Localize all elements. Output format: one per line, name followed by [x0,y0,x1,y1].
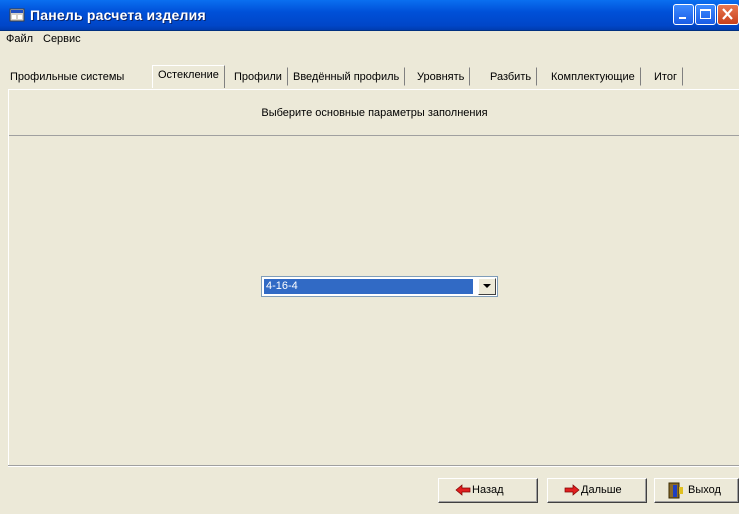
glazing-select[interactable]: 4-16-4 [261,276,498,297]
glazing-select-value: 4-16-4 [264,279,473,294]
close-icon [722,8,733,20]
tab-split[interactable]: Разбить [484,67,538,86]
minimize-button[interactable] [673,4,694,25]
minimize-icon [679,17,686,19]
tab-level[interactable]: Уровнять [411,67,471,86]
arrow-left-icon [455,484,471,496]
maximize-icon [700,9,711,19]
tab-components[interactable]: Комплектующие [545,67,641,86]
exit-button[interactable]: Выход [654,478,739,503]
tab-strip: Профильные системы Остекление Профили Вв… [0,49,739,91]
app-icon [9,8,25,22]
tab-glazing[interactable]: Остекление [152,65,225,88]
tab-profiles[interactable]: Профили [228,67,288,86]
exit-door-icon [668,482,683,499]
close-button[interactable] [717,4,739,25]
dropdown-button[interactable] [478,278,496,295]
menu-bar: Файл Сервис [0,31,739,49]
tab-profile-systems[interactable]: Профильные системы [4,67,130,86]
panel-header: Выберите основные параметры заполнения [9,90,739,136]
maximize-button[interactable] [695,4,716,25]
tab-total[interactable]: Итог [648,67,683,86]
panel-header-text: Выберите основные параметры заполнения [261,107,488,119]
next-button[interactable]: Дальше [547,478,647,503]
chevron-down-icon [483,284,491,288]
tab-entered-profile[interactable]: Введённый профиль [287,67,406,86]
button-bar: Назад Дальше Выход [8,466,739,514]
next-button-label: Дальше [581,484,622,496]
back-button-label: Назад [472,484,504,496]
window-title: Панель расчета изделия [30,7,206,23]
back-button[interactable]: Назад [438,478,538,503]
title-bar[interactable]: Панель расчета изделия [0,0,739,31]
menu-file[interactable]: Файл [3,33,36,45]
arrow-right-icon [564,484,580,496]
menu-service[interactable]: Сервис [40,33,84,45]
exit-button-label: Выход [688,484,721,496]
